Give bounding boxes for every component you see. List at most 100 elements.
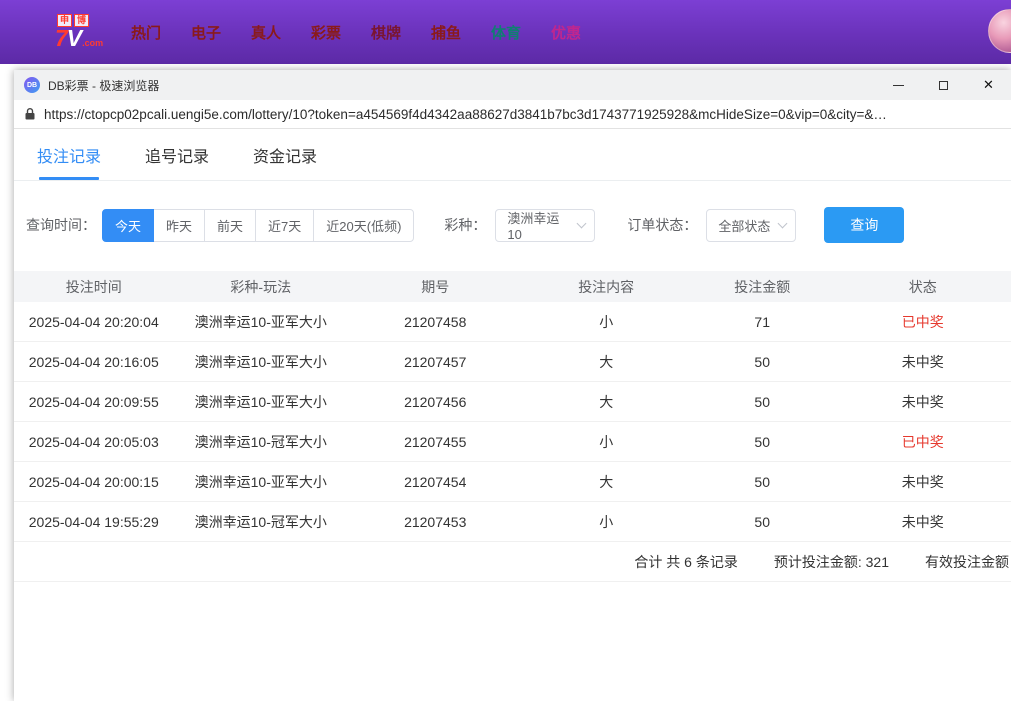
close-icon: ✕ xyxy=(983,77,994,93)
col-header-bet-time: 投注时间 xyxy=(14,277,174,297)
cell-bet-time: 2025-04-04 20:20:04 xyxy=(14,314,174,330)
cell-play: 澳洲幸运10-亚军大小 xyxy=(174,472,348,492)
site-logo[interactable]: 申 博 7 V .com xyxy=(55,14,117,50)
logo-seven: 7 xyxy=(55,27,67,50)
logo-com: .com xyxy=(82,39,103,48)
close-button[interactable]: ✕ xyxy=(966,70,1011,100)
cell-content: 小 xyxy=(522,432,689,452)
bet-row: 2025-04-04 20:09:55 澳洲幸运10-亚军大小 21207456… xyxy=(14,382,1011,422)
summary-total-count: 合计 共 6 条记录 xyxy=(634,552,737,572)
main-nav: 热门 电子 真人 彩票 棋牌 捕鱼 体育 优惠 xyxy=(131,22,581,43)
cell-amount: 71 xyxy=(690,314,835,330)
cell-issue: 21207457 xyxy=(348,354,522,370)
logo-vee: V xyxy=(67,27,81,50)
cell-content: 小 xyxy=(522,512,689,532)
tab-chase-records[interactable]: 追号记录 xyxy=(145,129,209,180)
order-status-value: 全部状态 xyxy=(718,216,770,235)
cell-status: 未中奖 xyxy=(835,392,1011,412)
nav-item[interactable]: 热门 xyxy=(131,22,161,43)
minimize-button[interactable] xyxy=(876,70,921,100)
cell-issue: 21207455 xyxy=(348,434,522,450)
time-filter-button[interactable]: 今天 xyxy=(102,209,154,242)
site-header: 申 博 7 V .com 热门 电子 真人 彩票 棋牌 捕鱼 体育 优惠 xyxy=(0,0,1011,64)
cell-amount: 50 xyxy=(690,474,835,490)
cell-status: 未中奖 xyxy=(835,472,1011,492)
chevron-down-icon xyxy=(577,218,587,228)
window-title: DB彩票 - 极速浏览器 xyxy=(48,77,159,94)
bet-records-table: 投注时间 彩种-玩法 期号 投注内容 投注金额 状态 2025-04-04 20… xyxy=(14,271,1011,582)
cell-status: 未中奖 xyxy=(835,352,1011,372)
cell-amount: 50 xyxy=(690,394,835,410)
time-filter-button[interactable]: 昨天 xyxy=(153,209,205,242)
lottery-select[interactable]: 澳洲幸运10 xyxy=(495,209,595,242)
bet-row: 2025-04-04 20:20:04 澳洲幸运10-亚军大小 21207458… xyxy=(14,302,1011,342)
bet-row: 2025-04-04 20:16:05 澳洲幸运10-亚军大小 21207457… xyxy=(14,342,1011,382)
tab-fund-records[interactable]: 资金记录 xyxy=(253,129,317,180)
cell-content: 大 xyxy=(522,392,689,412)
lock-icon xyxy=(24,107,36,121)
col-header-amount: 投注金额 xyxy=(690,277,835,297)
col-header-issue: 期号 xyxy=(348,277,522,297)
user-avatar[interactable] xyxy=(988,9,1011,53)
cell-play: 澳洲幸运10-冠军大小 xyxy=(174,432,348,452)
col-header-play: 彩种-玩法 xyxy=(174,277,348,297)
cell-content: 小 xyxy=(522,312,689,332)
cell-bet-time: 2025-04-04 20:09:55 xyxy=(14,394,174,410)
tab-bet-records[interactable]: 投注记录 xyxy=(37,129,101,180)
time-filter-button[interactable]: 近7天 xyxy=(255,209,314,242)
cell-status: 已中奖 xyxy=(835,432,1011,452)
page-content: 投注记录 追号记录 资金记录 查询时间： 今天 昨天 前天 近7天 近20天(低… xyxy=(14,129,1011,701)
search-button[interactable]: 查询 xyxy=(824,207,904,243)
logo-main-text: 7 V .com xyxy=(55,27,103,50)
filter-bar: 查询时间： 今天 昨天 前天 近7天 近20天(低频) 彩种： 澳洲幸运10 订… xyxy=(14,207,1011,243)
cell-issue: 21207458 xyxy=(348,314,522,330)
summary-valid-amount: 有效投注金额 xyxy=(925,552,1009,572)
nav-item[interactable]: 电子 xyxy=(191,22,221,43)
cell-bet-time: 2025-04-04 20:16:05 xyxy=(14,354,174,370)
window-titlebar[interactable]: DB DB彩票 - 极速浏览器 ✕ xyxy=(14,70,1011,100)
record-tabs: 投注记录 追号记录 资金记录 xyxy=(14,129,1011,181)
cell-status: 未中奖 xyxy=(835,512,1011,532)
nav-item[interactable]: 体育 xyxy=(491,22,521,43)
cell-status: 已中奖 xyxy=(835,312,1011,332)
cell-play: 澳洲幸运10-亚军大小 xyxy=(174,352,348,372)
cell-bet-time: 2025-04-04 20:00:15 xyxy=(14,474,174,490)
cell-issue: 21207453 xyxy=(348,514,522,530)
time-filter-button[interactable]: 近20天(低频) xyxy=(313,209,414,242)
window-controls: ✕ xyxy=(876,70,1011,100)
nav-item[interactable]: 棋牌 xyxy=(371,22,401,43)
browser-window: DB DB彩票 - 极速浏览器 ✕ https://ctopcp02pcali.… xyxy=(14,70,1011,701)
col-header-content: 投注内容 xyxy=(522,277,689,297)
cell-play: 澳洲幸运10-亚军大小 xyxy=(174,392,348,412)
order-status-select[interactable]: 全部状态 xyxy=(706,209,796,242)
time-filter-label: 查询时间： xyxy=(26,215,96,235)
nav-item[interactable]: 彩票 xyxy=(311,22,341,43)
cell-amount: 50 xyxy=(690,354,835,370)
lottery-select-label: 彩种： xyxy=(444,215,486,235)
address-bar[interactable]: https://ctopcp02pcali.uengi5e.com/lotter… xyxy=(14,100,1011,129)
table-header-row: 投注时间 彩种-玩法 期号 投注内容 投注金额 状态 xyxy=(14,271,1011,302)
bet-row: 2025-04-04 20:00:15 澳洲幸运10-亚军大小 21207454… xyxy=(14,462,1011,502)
time-filter-button[interactable]: 前天 xyxy=(204,209,256,242)
table-summary-row: 合计 共 6 条记录 预计投注金额: 321 有效投注金额 xyxy=(14,542,1011,582)
summary-expected-amount: 预计投注金额: 321 xyxy=(774,552,889,572)
nav-item[interactable]: 真人 xyxy=(251,22,281,43)
lottery-select-value: 澳洲幸运10 xyxy=(507,208,570,242)
maximize-icon xyxy=(939,81,948,90)
order-status-label: 订单状态： xyxy=(627,215,697,235)
cell-content: 大 xyxy=(522,472,689,492)
cell-amount: 50 xyxy=(690,434,835,450)
cell-play: 澳洲幸运10-亚军大小 xyxy=(174,312,348,332)
chevron-down-icon xyxy=(778,218,788,228)
col-header-status: 状态 xyxy=(835,277,1011,297)
maximize-button[interactable] xyxy=(921,70,966,100)
time-filter-group: 今天 昨天 前天 近7天 近20天(低频) xyxy=(102,209,414,242)
nav-item[interactable]: 捕鱼 xyxy=(431,22,461,43)
cell-play: 澳洲幸运10-冠军大小 xyxy=(174,512,348,532)
url-text: https://ctopcp02pcali.uengi5e.com/lotter… xyxy=(44,107,1001,122)
minimize-icon xyxy=(893,85,904,86)
cell-bet-time: 2025-04-04 19:55:29 xyxy=(14,514,174,530)
bet-row: 2025-04-04 19:55:29 澳洲幸运10-冠军大小 21207453… xyxy=(14,502,1011,542)
browser-app-icon: DB xyxy=(24,77,40,93)
nav-item[interactable]: 优惠 xyxy=(551,22,581,43)
